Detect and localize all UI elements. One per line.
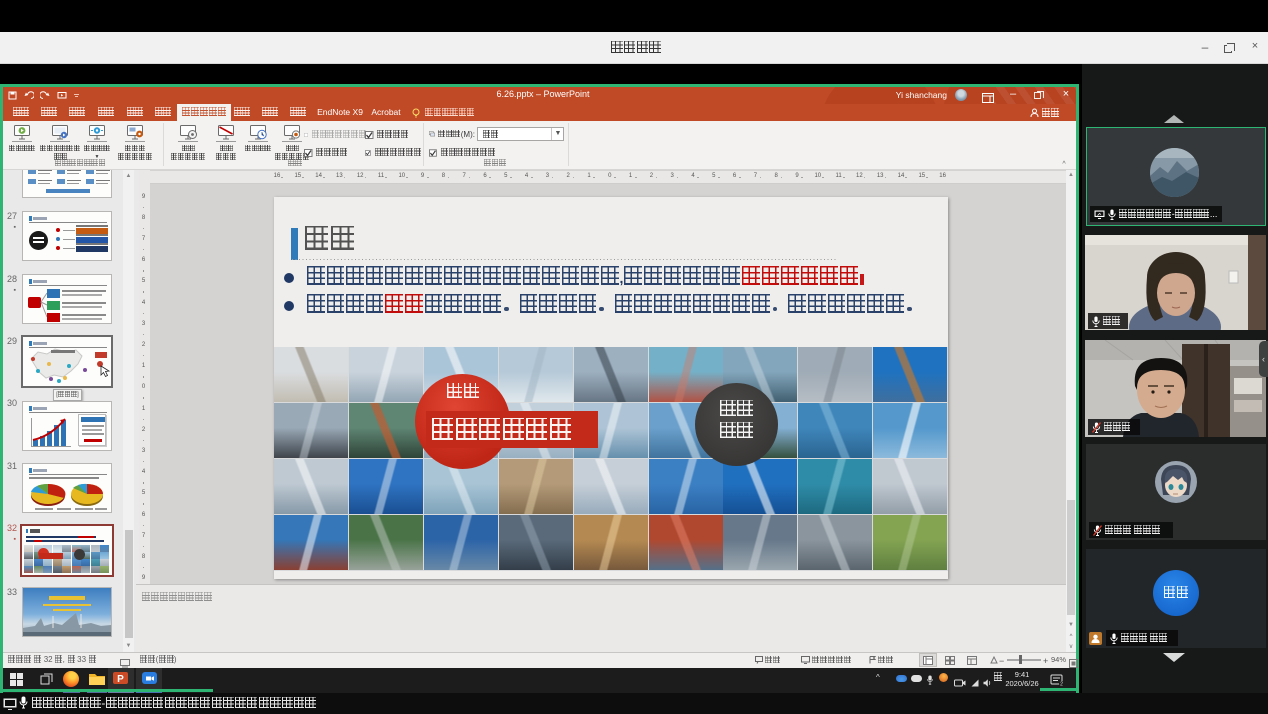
svg-text:P: P <box>117 674 124 685</box>
svg-text:2: 2 <box>1060 682 1063 687</box>
